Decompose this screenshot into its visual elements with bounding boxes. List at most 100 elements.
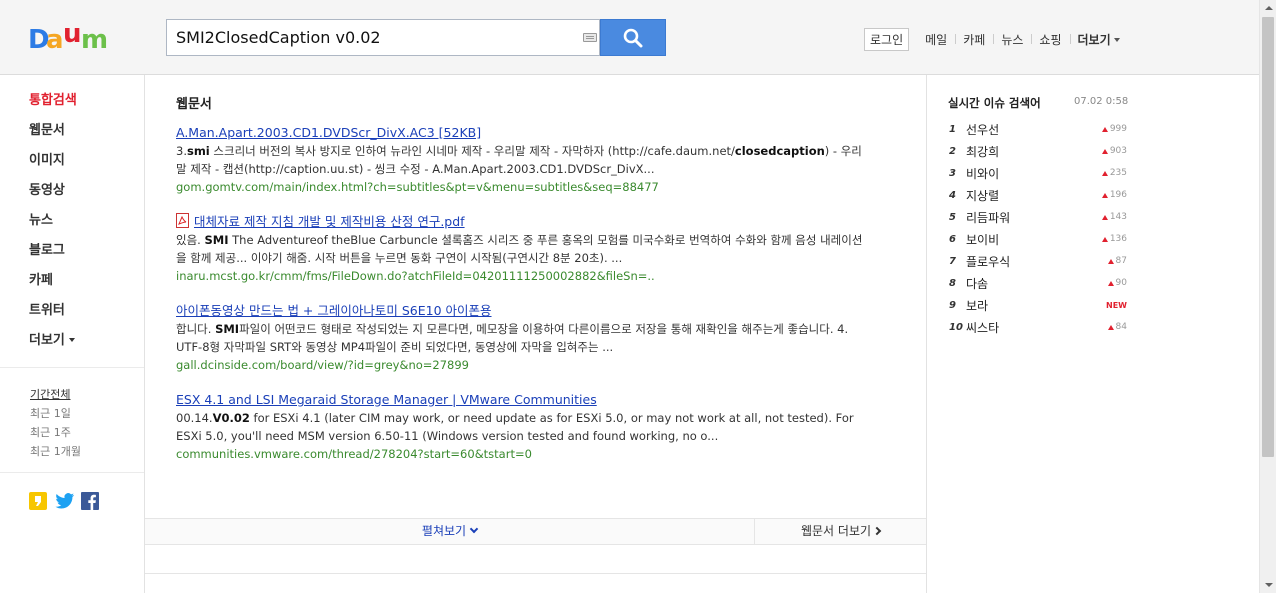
arrow-up-icon bbox=[1101, 236, 1108, 242]
nav-news[interactable]: 뉴스 bbox=[993, 31, 1031, 48]
result-title: 대체자료 제작 지침 개발 및 제작비용 산정 연구.pdf bbox=[194, 214, 465, 229]
realtime-keyword[interactable]: 씨스타 bbox=[966, 319, 1108, 336]
nav-mail[interactable]: 메일 bbox=[917, 31, 955, 48]
realtime-title: 실시간 이슈 검색어 bbox=[948, 96, 1041, 110]
realtime-change: 84 bbox=[1107, 322, 1127, 332]
realtime-item[interactable]: 9 보라 NEW bbox=[949, 294, 1127, 316]
result-desc: 합니다. SMI파일이 어떤코드 형태로 작성되었는 지 모른다면, 메모장을 … bbox=[176, 322, 849, 354]
realtime-change: 136 bbox=[1101, 234, 1127, 244]
search-button[interactable] bbox=[600, 19, 666, 56]
result-item: 아이폰동영상 만드는 법 + 그레이아나토미 S6E10 아이폰용 합니다. S… bbox=[176, 302, 866, 375]
nav-more[interactable]: 더보기 bbox=[1069, 31, 1128, 48]
result-title[interactable]: A.Man.Apart.2003.CD1.DVDScr_DivX.AC3 [52… bbox=[176, 124, 866, 142]
realtime-item[interactable]: 5 리듬파워 143 bbox=[949, 206, 1127, 228]
category-twitter[interactable]: 트위터 bbox=[29, 299, 144, 329]
period-1day[interactable]: 최근 1일 bbox=[30, 405, 81, 424]
period-1month[interactable]: 최근 1개월 bbox=[30, 443, 81, 462]
period-1week[interactable]: 최근 1주 bbox=[30, 424, 81, 443]
realtime-change: 999 bbox=[1101, 124, 1127, 134]
category-blog[interactable]: 블로그 bbox=[29, 239, 144, 269]
period-all[interactable]: 기간전체 bbox=[30, 386, 81, 405]
category-image[interactable]: 이미지 bbox=[29, 149, 144, 179]
realtime-rank: 1 bbox=[949, 123, 956, 135]
category-news[interactable]: 뉴스 bbox=[29, 209, 144, 239]
realtime-keyword[interactable]: 최강희 bbox=[966, 143, 1102, 160]
result-item: 대체자료 제작 지침 개발 및 제작비용 산정 연구.pdf 있음. SMI T… bbox=[176, 213, 866, 286]
realtime-rank: 9 bbox=[949, 299, 956, 311]
result-url[interactable]: inaru.mcst.go.kr/cmm/fms/FileDown.do?atc… bbox=[176, 267, 866, 286]
realtime-keyword[interactable]: 선우선 bbox=[966, 121, 1102, 138]
realtime-keyword[interactable]: 보이비 bbox=[966, 231, 1102, 248]
category-more[interactable]: 더보기 bbox=[29, 329, 144, 359]
expand-label: 펼쳐보기 bbox=[421, 524, 467, 538]
realtime-item[interactable]: 7 플로우식 87 bbox=[949, 250, 1127, 272]
arrow-up-icon bbox=[1101, 192, 1108, 198]
login-button[interactable]: 로그인 bbox=[864, 28, 910, 51]
category-all[interactable]: 통합검색 bbox=[29, 89, 144, 119]
change-value: 90 bbox=[1115, 278, 1127, 288]
realtime-rank: 6 bbox=[949, 233, 956, 245]
change-value: 136 bbox=[1109, 234, 1127, 244]
realtime-item[interactable]: 2 최강희 903 bbox=[949, 140, 1127, 162]
search-icon bbox=[623, 28, 643, 48]
result-url[interactable]: gom.gomtv.com/main/index.html?ch=subtitl… bbox=[176, 178, 866, 197]
daum-share-icon[interactable] bbox=[29, 492, 47, 510]
change-value: 903 bbox=[1109, 146, 1127, 156]
realtime-change: 143 bbox=[1101, 212, 1127, 222]
realtime-keyword[interactable]: 다솜 bbox=[966, 275, 1108, 292]
realtime-panel: 실시간 이슈 검색어 07.02 0:58 1 선우선 999 2 최강희 903 3 비와이… bbox=[926, 75, 1259, 593]
facebook-icon[interactable] bbox=[81, 492, 99, 510]
realtime-rank: 10 bbox=[949, 321, 963, 333]
realtime-change: 87 bbox=[1107, 256, 1127, 266]
result-title[interactable]: 아이폰동영상 만드는 법 + 그레이아나토미 S6E10 아이폰용 bbox=[176, 302, 866, 320]
result-url[interactable]: communities.vmware.com/thread/278204?sta… bbox=[176, 445, 866, 464]
divider bbox=[145, 573, 926, 574]
arrow-up-icon bbox=[1101, 148, 1108, 154]
realtime-item[interactable]: 3 비와이 235 bbox=[949, 162, 1127, 184]
vertical-scrollbar[interactable] bbox=[1259, 0, 1276, 593]
web-more-label: 웹문서 더보기 bbox=[800, 524, 872, 538]
result-title-link[interactable]: 대체자료 제작 지침 개발 및 제작비용 산정 연구.pdf bbox=[176, 213, 866, 231]
keyboard-icon[interactable] bbox=[583, 33, 597, 42]
scroll-down-arrow[interactable] bbox=[1260, 576, 1276, 593]
realtime-date: 07.02 0:58 bbox=[1074, 96, 1129, 107]
share-buttons bbox=[29, 492, 99, 510]
twitter-icon[interactable] bbox=[55, 492, 74, 510]
realtime-keyword[interactable]: 플로우식 bbox=[966, 253, 1108, 270]
daum-logo[interactable]: D a u m bbox=[28, 19, 112, 55]
expand-button[interactable]: 펼쳐보기 bbox=[145, 519, 755, 544]
scrollbar-thumb[interactable] bbox=[1262, 17, 1274, 457]
change-value: 143 bbox=[1109, 212, 1127, 222]
divider bbox=[0, 472, 144, 473]
realtime-keyword[interactable]: 리듬파워 bbox=[966, 209, 1102, 226]
nav-cafe[interactable]: 카페 bbox=[955, 31, 993, 48]
scroll-up-arrow[interactable] bbox=[1260, 0, 1276, 17]
realtime-keyword[interactable]: 비와이 bbox=[966, 165, 1102, 182]
realtime-item[interactable]: 6 보이비 136 bbox=[949, 228, 1127, 250]
category-web[interactable]: 웹문서 bbox=[29, 119, 144, 149]
realtime-rank: 4 bbox=[949, 189, 956, 201]
search-input[interactable] bbox=[167, 20, 567, 55]
results-list: A.Man.Apart.2003.CD1.DVDScr_DivX.AC3 [52… bbox=[176, 124, 866, 480]
realtime-keyword[interactable]: 보라 bbox=[966, 297, 1106, 314]
realtime-item[interactable]: 8 다솜 90 bbox=[949, 272, 1127, 294]
svg-text:m: m bbox=[81, 25, 108, 54]
category-video[interactable]: 동영상 bbox=[29, 179, 144, 209]
section-title: 웹문서 bbox=[176, 97, 212, 112]
realtime-item[interactable]: 1 선우선 999 bbox=[949, 118, 1127, 140]
realtime-rank: 8 bbox=[949, 277, 956, 289]
result-item: ESX 4.1 and LSI Megaraid Storage Manager… bbox=[176, 391, 866, 464]
daum-logo-icon: D a u m bbox=[28, 19, 108, 55]
realtime-keyword[interactable]: 지상렬 bbox=[966, 187, 1102, 204]
realtime-rank: 3 bbox=[949, 167, 956, 179]
nav-shopping[interactable]: 쇼핑 bbox=[1031, 31, 1069, 48]
result-title[interactable]: ESX 4.1 and LSI Megaraid Storage Manager… bbox=[176, 391, 866, 409]
realtime-item[interactable]: 4 지상렬 196 bbox=[949, 184, 1127, 206]
web-more-button[interactable]: 웹문서 더보기 bbox=[755, 519, 926, 544]
realtime-change: 196 bbox=[1101, 190, 1127, 200]
arrow-up-icon bbox=[1107, 258, 1114, 264]
realtime-item[interactable]: 10 씨스타 84 bbox=[949, 316, 1127, 338]
category-cafe[interactable]: 카페 bbox=[29, 269, 144, 299]
result-url[interactable]: gall.dcinside.com/board/view/?id=grey&no… bbox=[176, 356, 866, 375]
change-value: 84 bbox=[1115, 322, 1127, 332]
